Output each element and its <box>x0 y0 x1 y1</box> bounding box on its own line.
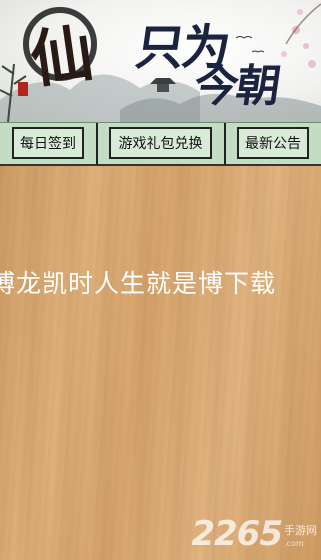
action-toolbar: 每日签到 游戏礼包兑换 最新公告 <box>0 122 321 166</box>
daily-signin-button[interactable]: 每日签到 <box>12 127 84 159</box>
toolbar-divider <box>224 123 226 165</box>
watermark-number: 2265 <box>191 514 283 554</box>
watermark-domain: .com <box>284 539 304 548</box>
game-banner: 仙 只为 今朝 <box>0 0 321 122</box>
gift-redeem-button[interactable]: 游戏礼包兑换 <box>109 127 212 159</box>
toolbar-divider <box>96 123 98 165</box>
site-watermark: 2265 手游网 .com <box>191 514 317 554</box>
watermark-site-name: 手游网 <box>284 524 317 537</box>
banner-title-line2: 今朝 <box>190 61 282 112</box>
watermark-site: 手游网 .com <box>284 525 317 550</box>
wood-content-area: 博龙凯时人生就是博下载 2265 手游网 .com <box>0 166 321 560</box>
latest-notice-button[interactable]: 最新公告 <box>237 127 309 159</box>
scrolling-notice: 博龙凯时人生就是博下载 <box>0 269 277 298</box>
game-logo: 仙 <box>25 15 98 97</box>
